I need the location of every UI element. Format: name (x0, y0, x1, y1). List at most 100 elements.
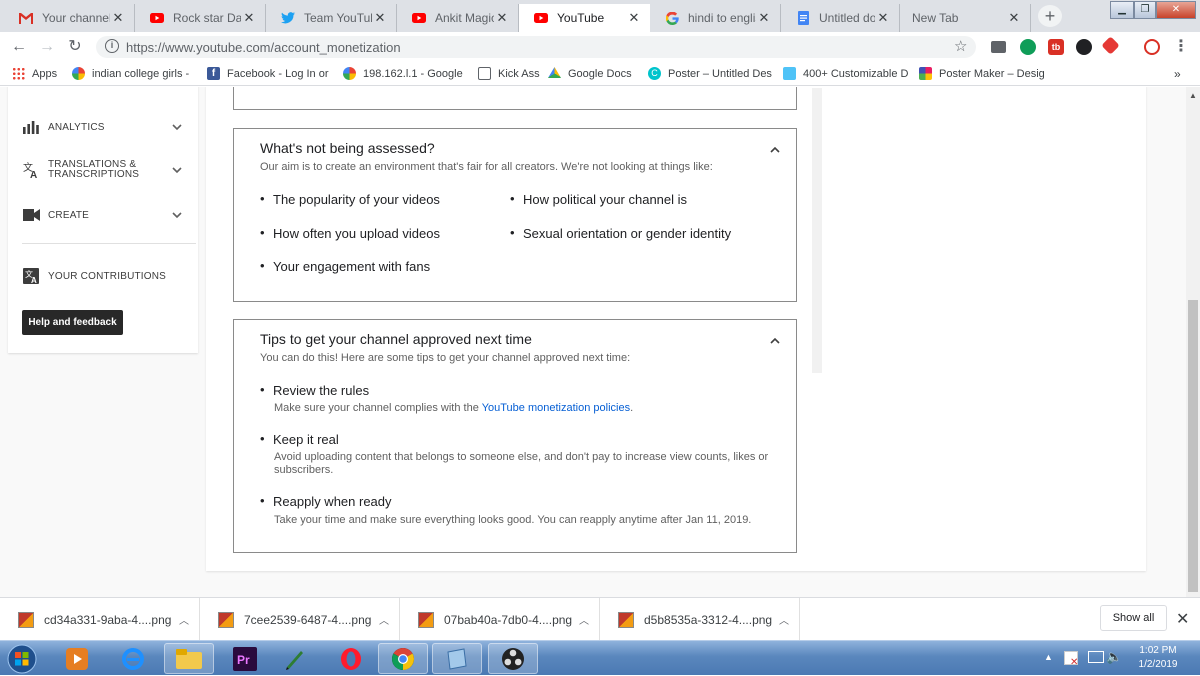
nav-create[interactable]: CREATE (22, 207, 192, 223)
bookmark-router[interactable]: 198.162.l.1 - Google (343, 67, 463, 80)
download-item[interactable]: d5b8535a-3312-4....png ︿ (600, 598, 800, 641)
poster-maker-icon (919, 67, 932, 80)
analytics-icon (22, 120, 40, 134)
tab-team-youtube[interactable]: Team YouTube ✕ (266, 4, 397, 32)
notepad-taskbar-icon[interactable] (432, 643, 482, 674)
twitter-icon (280, 10, 296, 26)
help-and-feedback-button[interactable]: Help and feedback (22, 310, 123, 335)
close-icon[interactable]: ✕ (1176, 609, 1189, 629)
tab-untitled-document[interactable]: Untitled docum ✕ (781, 4, 900, 32)
not-assessed-section: What's not being assessed? Our aim is to… (233, 128, 797, 302)
bookmark-customizable[interactable]: 400+ Customizable D (783, 67, 908, 80)
monetization-policies-link[interactable]: YouTube monetization policies (482, 402, 630, 414)
tab-youtube-active[interactable]: YouTube ✕ (519, 4, 650, 32)
close-icon[interactable]: ✕ (241, 10, 257, 26)
close-icon[interactable]: ✕ (875, 10, 891, 26)
chevron-up-icon[interactable]: ︿ (177, 612, 191, 627)
svg-text:Pr: Pr (237, 653, 250, 667)
close-icon[interactable]: ✕ (110, 10, 126, 26)
nav-your-contributions[interactable]: 文A YOUR CONTRIBUTIONS (22, 268, 192, 284)
download-item[interactable]: 07bab40a-7db0-4....png ︿ (400, 598, 600, 641)
close-icon[interactable]: ✕ (1006, 10, 1022, 26)
explorer-taskbar-icon[interactable] (164, 643, 214, 674)
minimize-button[interactable]: ▁ (1110, 1, 1134, 19)
close-icon[interactable]: ✕ (756, 10, 772, 26)
back-icon[interactable]: ← (10, 38, 28, 56)
menu-dots-icon[interactable]: ⋮ (1172, 38, 1190, 56)
nav-divider (22, 243, 196, 244)
clock-date: 1/2/2019 (1138, 659, 1178, 670)
bookmark-kick-ass[interactable]: Kick Ass (478, 67, 540, 80)
internet-explorer-taskbar-icon[interactable] (108, 643, 158, 674)
profile-avatar[interactable] (1144, 39, 1160, 55)
chevron-up-icon[interactable] (768, 143, 782, 157)
close-icon[interactable]: ✕ (372, 10, 388, 26)
chevron-up-icon[interactable]: ︿ (777, 612, 791, 627)
chevron-up-icon[interactable]: ︿ (377, 612, 391, 627)
download-item[interactable]: cd34a331-9aba-4....png ︿ (0, 598, 200, 641)
maximize-button[interactable]: ❐ (1134, 1, 1156, 19)
dark-extension-icon[interactable] (1076, 39, 1092, 55)
tip-description: Avoid uploading content that belongs to … (274, 451, 769, 476)
address-bar[interactable]: i https://www.youtube.com/account_moneti… (96, 36, 976, 58)
tab-new-tab[interactable]: New Tab ✕ (900, 4, 1031, 32)
green-extension-icon[interactable] (1020, 39, 1036, 55)
bookmark-poster-canva[interactable]: C Poster – Untitled Des (648, 67, 772, 80)
start-button[interactable] (0, 643, 44, 674)
clock-time: 1:02 PM (1139, 645, 1177, 656)
pen-tool-taskbar-icon[interactable] (270, 643, 320, 674)
tab-rock-star[interactable]: Rock star Danc ✕ (135, 4, 266, 32)
chevron-down-icon[interactable] (170, 163, 184, 177)
tip-title: Reapply when ready (260, 493, 391, 509)
tab-gmail[interactable]: Your channel is ✕ (4, 4, 135, 32)
window-close-button[interactable]: ✕ (1156, 1, 1196, 19)
tag-extension-icon[interactable] (1101, 36, 1120, 55)
more-bookmarks-icon[interactable]: » (1174, 67, 1181, 81)
close-icon[interactable]: ✕ (494, 10, 510, 26)
tab-hindi-to-english[interactable]: hindi to englis ✕ (650, 4, 781, 32)
tab-strip: Your channel is ✕ Rock star Danc ✕ Team … (0, 0, 1200, 32)
drive-icon (548, 67, 561, 79)
inner-scrollbar[interactable] (812, 88, 822, 373)
bookmark-indian-college[interactable]: indian college girls - (72, 67, 189, 80)
chevron-down-icon[interactable] (170, 120, 184, 134)
tab-title: YouTube (557, 11, 605, 25)
obs-taskbar-icon[interactable] (488, 643, 538, 674)
media-player-taskbar-icon[interactable] (52, 643, 102, 674)
bookmark-apps[interactable]: Apps (12, 67, 57, 80)
star-icon[interactable]: ☆ (954, 37, 967, 55)
left-nav-card: ANALYTICS 文A TRANSLATIONS & TRANSCRIPTIO… (8, 87, 198, 353)
tips-section: Tips to get your channel approved next t… (233, 319, 797, 553)
tip-description: Make sure your channel complies with the… (274, 402, 634, 414)
reload-icon[interactable]: ↻ (66, 38, 84, 56)
tb-extension-icon[interactable]: tb (1048, 39, 1064, 55)
bookmark-facebook[interactable]: f Facebook - Log In or (207, 67, 329, 80)
network-icon[interactable] (1088, 651, 1104, 663)
forward-icon[interactable]: → (38, 38, 56, 56)
page-viewport: ANALYTICS 文A TRANSLATIONS & TRANSCRIPTIO… (0, 87, 1200, 597)
scrollbar-thumb[interactable] (1188, 300, 1198, 592)
show-all-button[interactable]: Show all (1100, 605, 1167, 631)
chevron-up-icon[interactable]: ︿ (577, 612, 591, 627)
nav-analytics[interactable]: ANALYTICS (22, 119, 192, 135)
nav-translations[interactable]: 文A TRANSLATIONS & TRANSCRIPTIONS (22, 158, 192, 182)
tray-expand-icon[interactable]: ▲ (1044, 652, 1053, 662)
new-tab-button[interactable]: + (1038, 5, 1062, 27)
volume-icon[interactable]: 🔈 (1106, 649, 1122, 665)
tab-ankit-magic[interactable]: Ankit Magic En ✕ (397, 4, 519, 32)
info-icon[interactable]: i (105, 39, 119, 53)
svg-text:A: A (31, 276, 37, 284)
scroll-up-icon[interactable]: ▲ (1189, 91, 1197, 100)
chevron-up-icon[interactable] (768, 334, 782, 348)
apps-grid-icon (12, 67, 25, 80)
chrome-taskbar-icon[interactable] (378, 643, 428, 674)
opera-taskbar-icon[interactable] (326, 643, 376, 674)
chevron-down-icon[interactable] (170, 208, 184, 222)
taskbar-clock[interactable]: 1:02 PM 1/2/2019 (1128, 644, 1188, 672)
premiere-taskbar-icon[interactable]: Pr (220, 643, 270, 674)
bookmark-google-docs[interactable]: Google Docs (548, 67, 632, 80)
camera-extension-icon[interactable] (991, 41, 1006, 53)
bookmark-poster-maker[interactable]: Poster Maker – Desig (919, 67, 1045, 80)
close-icon[interactable]: ✕ (626, 10, 642, 26)
download-item[interactable]: 7cee2539-6487-4....png ︿ (200, 598, 400, 641)
